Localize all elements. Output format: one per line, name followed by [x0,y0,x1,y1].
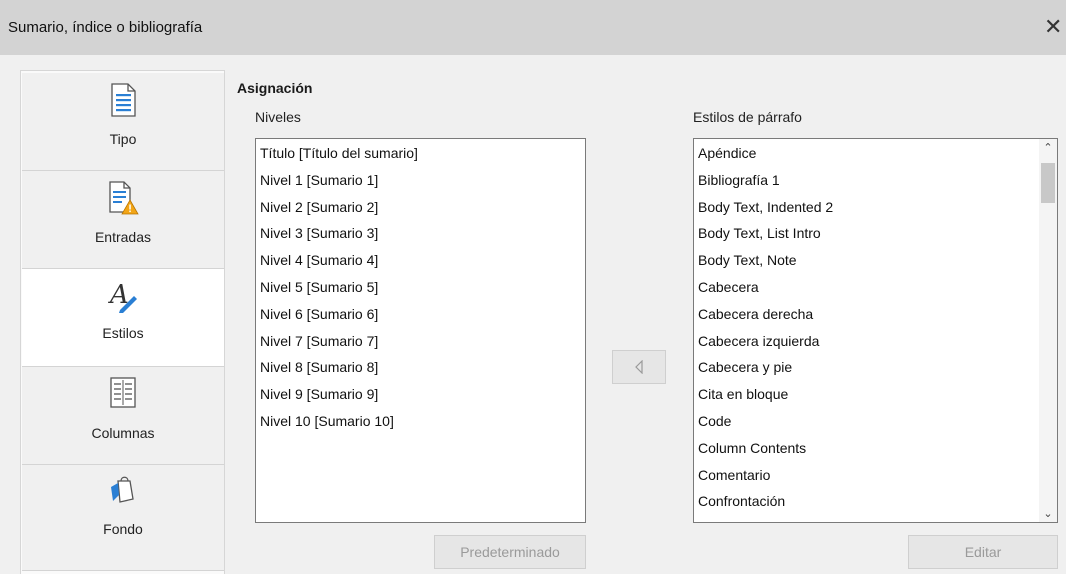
scroll-up-icon[interactable]: ⌃ [1039,141,1057,154]
list-item[interactable]: Bibliografía 1 [694,167,1039,194]
list-item[interactable]: Cabecera derecha [694,301,1039,328]
list-item[interactable]: Nivel 6 [Sumario 6] [256,301,585,328]
tab-entradas[interactable]: Entradas [22,171,224,269]
list-item[interactable]: Nivel 5 [Sumario 5] [256,274,585,301]
list-item[interactable]: Cabecera [694,274,1039,301]
document-icon [22,83,224,117]
list-item[interactable]: Code [694,408,1039,435]
tab-fondo[interactable]: Fondo [22,465,224,571]
list-item[interactable]: Body Text, List Intro [694,220,1039,247]
tab-estilos[interactable]: A Estilos [22,269,224,367]
list-item[interactable]: Comentario [694,462,1039,489]
list-item[interactable]: Confrontación [694,488,1039,515]
tab-tipo[interactable]: Tipo [22,73,224,171]
columns-icon [22,377,224,411]
scroll-down-icon[interactable]: ⌄ [1039,507,1057,520]
list-item[interactable]: Cabecera y pie [694,354,1039,381]
tab-label: Columnas [91,425,155,441]
list-item[interactable]: Body Text, Note [694,247,1039,274]
window-title: Sumario, índice o bibliografía [8,19,203,36]
tab-label: Tipo [109,131,137,147]
list-item[interactable]: Nivel 9 [Sumario 9] [256,381,585,408]
default-button[interactable]: Predeterminado [434,535,586,569]
assignment-heading: Asignación [237,80,313,96]
paragraph-styles-list[interactable]: Apéndice Bibliografía 1 Body Text, Inden… [693,138,1058,523]
assign-button[interactable] [612,350,666,384]
list-item[interactable]: Nivel 10 [Sumario 10] [256,408,585,435]
tab-label: Entradas [94,229,152,245]
paint-bucket-icon [22,475,224,509]
left-arrow-icon [634,359,644,377]
styles-icon: A [22,279,224,313]
list-item[interactable]: Column Contents [694,435,1039,462]
title-bar: Sumario, índice o bibliografía ✕ [0,0,1066,55]
tab-columnas[interactable]: Columnas [22,367,224,465]
document-warning-icon [22,181,224,215]
close-icon[interactable]: ✕ [1044,12,1066,42]
list-item[interactable]: Cabecera izquierda [694,328,1039,355]
vertical-scrollbar[interactable]: ⌃ ⌄ [1039,139,1057,522]
list-item[interactable]: Nivel 8 [Sumario 8] [256,354,585,381]
edit-button[interactable]: Editar [908,535,1058,569]
list-item[interactable]: Apéndice [694,140,1039,167]
list-item[interactable]: Título [Título del sumario] [256,140,585,167]
list-item[interactable]: Nivel 4 [Sumario 4] [256,247,585,274]
list-item[interactable]: Nivel 1 [Sumario 1] [256,167,585,194]
tab-label: Fondo [103,521,143,537]
list-item[interactable]: Body Text, Indented 2 [694,194,1039,221]
levels-label: Niveles [255,109,301,125]
list-item[interactable]: Nivel 3 [Sumario 3] [256,220,585,247]
styles-label: Estilos de párrafo [693,109,802,125]
list-item[interactable]: Nivel 7 [Sumario 7] [256,328,585,355]
tab-label: Estilos [102,325,144,341]
scrollbar-thumb[interactable] [1041,163,1055,203]
list-item[interactable]: Nivel 2 [Sumario 2] [256,194,585,221]
sidebar: Tipo Entradas A Estilos Columnas Fondo [20,70,225,574]
levels-list[interactable]: Título [Título del sumario] Nivel 1 [Sum… [255,138,586,523]
list-item[interactable]: Cita en bloque [694,381,1039,408]
